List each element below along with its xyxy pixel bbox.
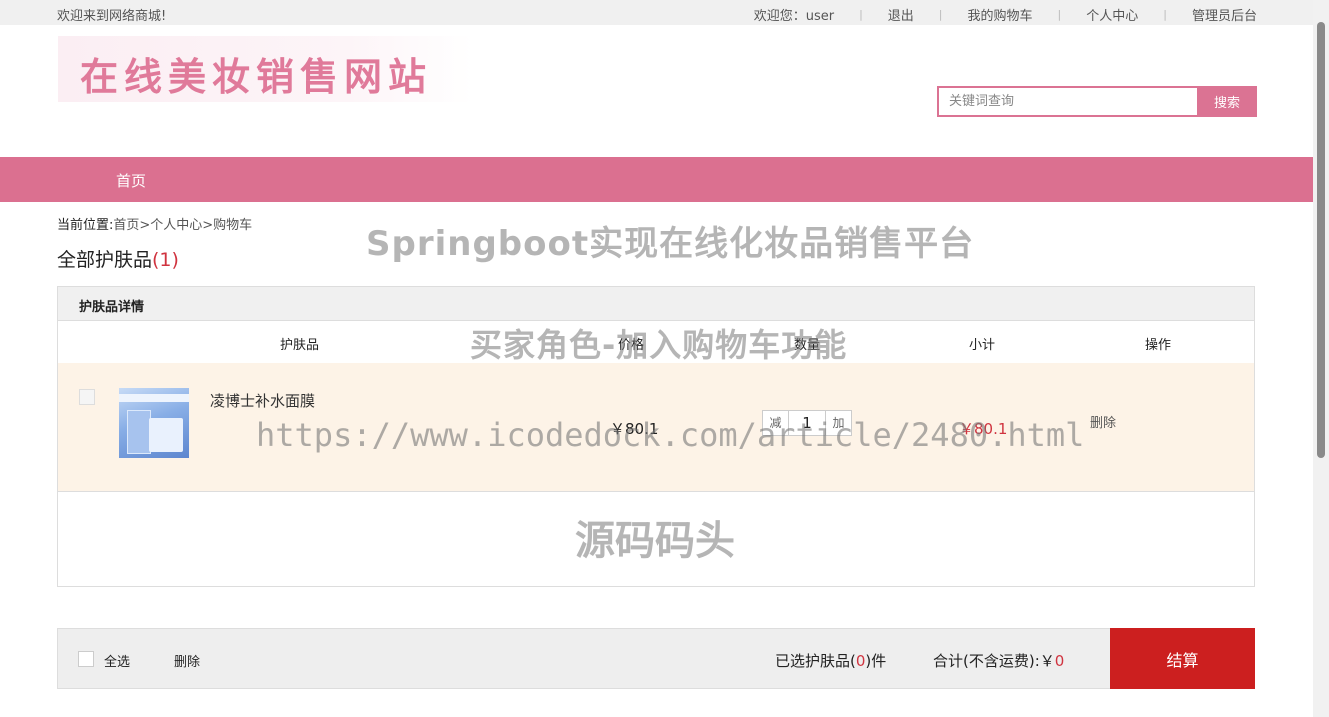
admin-link[interactable]: 管理员后台 (1192, 5, 1257, 24)
search-bar: 搜索 (937, 86, 1257, 117)
site-logo[interactable]: 在线美妆销售网站 (58, 36, 473, 102)
welcome-text: 欢迎来到网络商城! (57, 9, 167, 24)
logout-link[interactable]: 退出 (888, 5, 914, 24)
separator: | (1163, 8, 1167, 21)
separator: | (859, 8, 863, 21)
watermark-brand: 源码码头 (575, 518, 735, 564)
top-bar: 欢迎来到网络商城! 欢迎您：user | 退出 | 我的购物车 | 个人中心 |… (0, 0, 1313, 25)
watermark-subtitle: 买家角色-加入购物车功能 (470, 326, 848, 364)
top-links: 欢迎您：user | 退出 | 我的购物车 | 个人中心 | 管理员后台 (754, 5, 1257, 24)
row-checkbox[interactable] (79, 389, 95, 405)
separator: | (938, 8, 943, 21)
profile-link[interactable]: 个人中心 (1086, 5, 1138, 24)
total-value: 0 (1054, 652, 1065, 670)
page-scrollbar[interactable] (1313, 0, 1329, 717)
main-nav: 首页 (0, 157, 1313, 202)
product-name[interactable]: 凌博士补水面膜 (210, 390, 315, 411)
column-header: 操作 (1145, 338, 1172, 353)
delete-item-link[interactable]: 删除 (1090, 412, 1116, 431)
page-title-text: 全部护肤品 (57, 249, 153, 271)
cart-summary-bar: 全选 删除 已选护肤品(0)件 合计(不含运费):￥0 结算 (57, 628, 1255, 689)
page-title: 全部护肤品(1) (57, 245, 179, 272)
breadcrumb-label: 当前位置: (57, 218, 114, 233)
breadcrumb: 当前位置:首页>个人中心>购物车 (57, 214, 252, 233)
selected-count-text: 已选护肤品(0)件 (775, 652, 887, 670)
delete-selected-button[interactable]: 删除 (174, 651, 200, 670)
select-all-label[interactable]: 全选 (104, 651, 130, 670)
logo-text: 在线美妆销售网站 (80, 54, 433, 99)
product-image[interactable] (119, 388, 189, 458)
item-count: (1) (152, 249, 179, 271)
total-text: 合计(不含运费):￥0 (933, 652, 1065, 670)
my-cart-link[interactable]: 我的购物车 (968, 5, 1033, 24)
section-title: 护肤品详情 (79, 300, 145, 315)
scrollbar-thumb[interactable] (1317, 22, 1325, 458)
checkout-button[interactable]: 结算 (1110, 628, 1255, 689)
watermark-url: https://www.icodedock.com/article/2480.h… (256, 416, 1085, 454)
user-greeting: 欢迎您：user (753, 9, 835, 24)
search-input[interactable] (937, 86, 1197, 117)
select-all-checkbox[interactable] (78, 651, 94, 667)
breadcrumb-path[interactable]: 首页>个人中心>购物车 (113, 218, 252, 233)
watermark-title: Springboot实现在线化妆品销售平台 (366, 224, 975, 264)
search-button[interactable]: 搜索 (1197, 86, 1257, 117)
column-header: 小计 (969, 338, 996, 353)
column-header: 护肤品 (280, 338, 320, 353)
nav-home[interactable]: 首页 (116, 170, 146, 191)
separator: | (1057, 8, 1062, 21)
table-section-header: 护肤品详情 (58, 287, 1254, 321)
selected-count: 0 (855, 652, 866, 670)
